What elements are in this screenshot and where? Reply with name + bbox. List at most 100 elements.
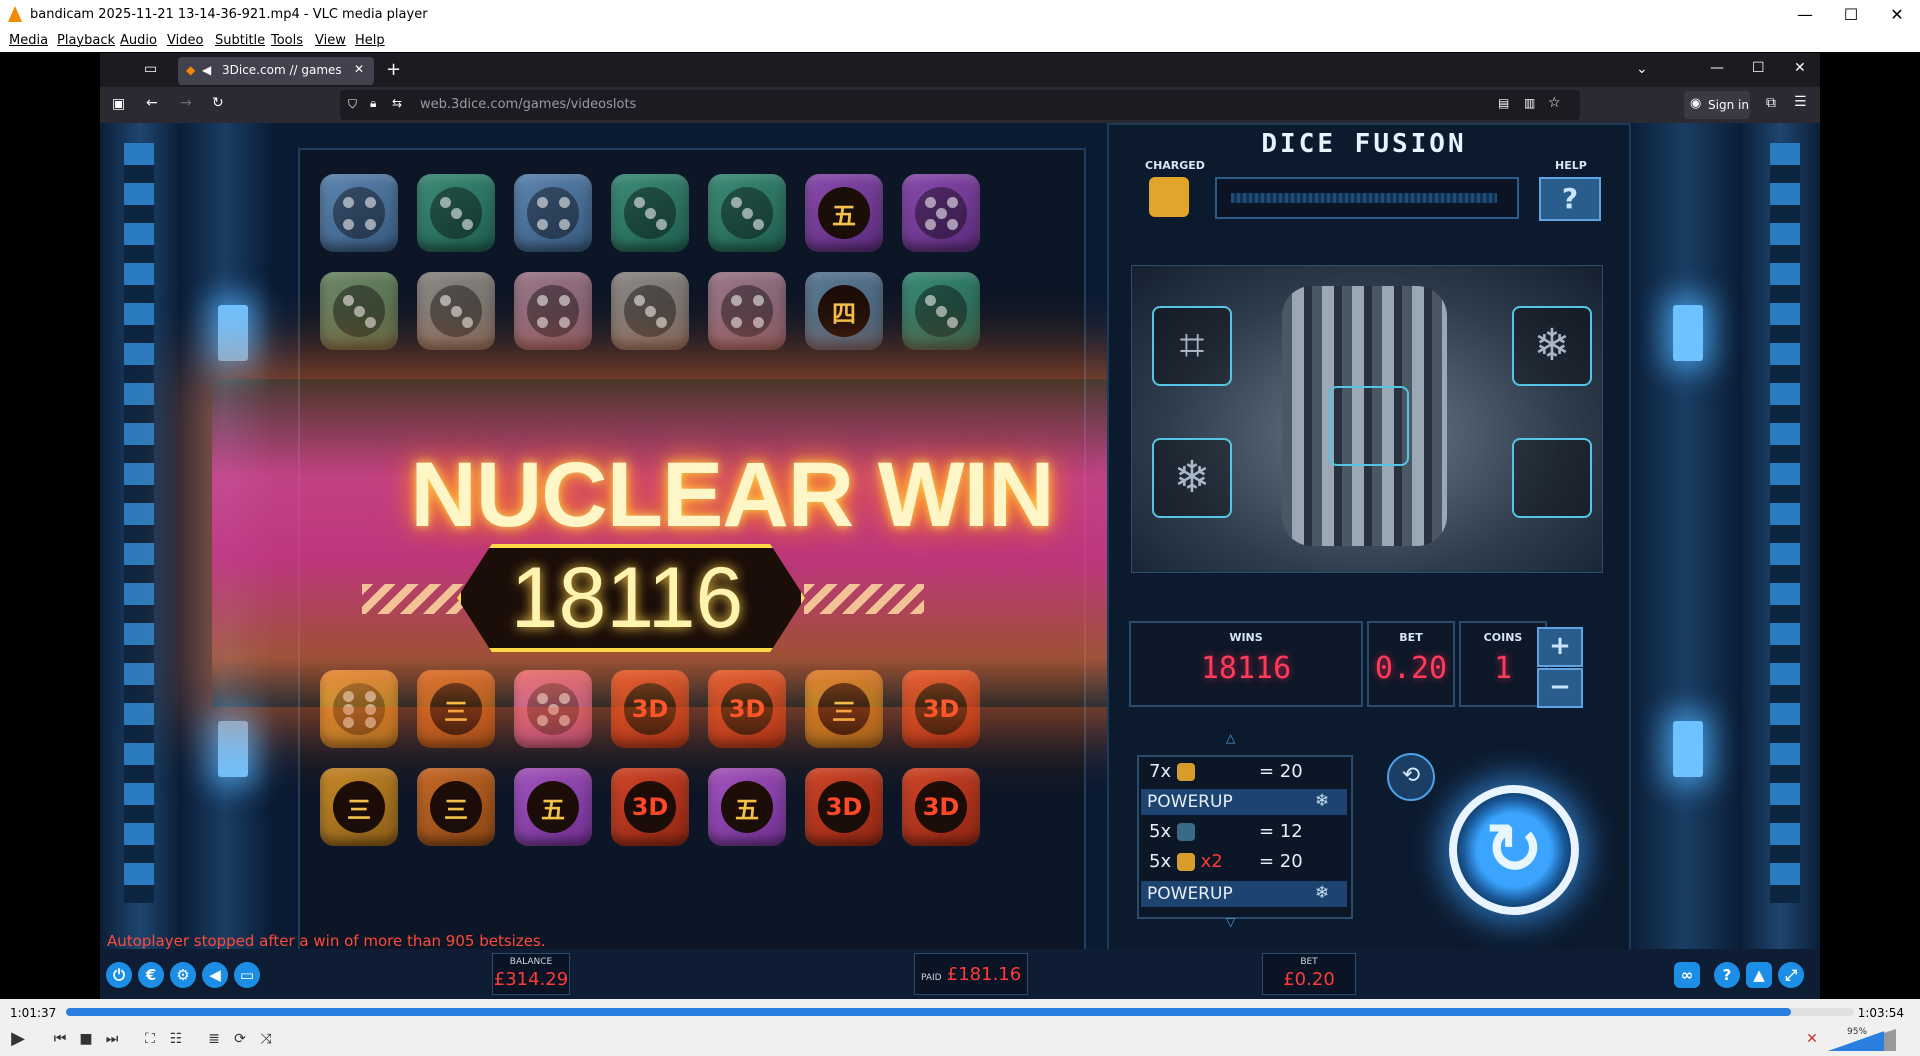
gallery-icon[interactable]: ▲ bbox=[1746, 962, 1772, 988]
tab-groups-icon[interactable]: ▭ bbox=[144, 61, 157, 77]
help-button[interactable]: ? bbox=[1539, 177, 1601, 221]
die bbox=[320, 174, 398, 252]
playlist-button[interactable]: ≣ bbox=[202, 1027, 226, 1051]
menu-tools[interactable]: Tools bbox=[271, 33, 303, 48]
total-time: 1:03:54 bbox=[1857, 1006, 1904, 1020]
fullscreen-button[interactable]: ⛶ bbox=[138, 1027, 162, 1051]
reload-icon[interactable]: ↻ bbox=[212, 95, 224, 111]
cashier-icon[interactable]: ▭ bbox=[234, 962, 260, 988]
url-bar[interactable]: ⛉ 🔒︎ ⇆ web.3dice.com/games/videoslots ▤ … bbox=[340, 90, 1580, 120]
sidebar-icon[interactable]: ▣ bbox=[112, 96, 125, 112]
die bbox=[611, 272, 689, 350]
tab-close-icon[interactable]: ✕ bbox=[354, 62, 364, 76]
bet-total-label: BET bbox=[1300, 957, 1318, 967]
vlc-controls: 1:01:37 1:03:54 ▶ ⏮ ■ ⏭ ⛶ ☷ ≣ ⟳ ⤨ ✕ 95% bbox=[0, 999, 1920, 1056]
lock-icon[interactable]: 🔒︎ bbox=[370, 96, 376, 111]
menu-help[interactable]: Help bbox=[355, 33, 385, 48]
browser-tab[interactable]: ◆ ◀ 3Dice.com // games ✕ bbox=[178, 57, 374, 85]
die-face: 3D bbox=[915, 781, 967, 833]
nuclear-win-banner: NUCLEAR WIN 18116 bbox=[212, 379, 1232, 707]
extensions-icon[interactable]: ⧉ bbox=[1766, 95, 1776, 111]
paytable-row: 5x x2 = 20 bbox=[1149, 851, 1303, 872]
power-icon[interactable]: ⏻ bbox=[106, 962, 132, 988]
loop-button[interactable]: ⟳ bbox=[228, 1027, 252, 1051]
list-tabs-icon[interactable]: ⌄ bbox=[1636, 61, 1648, 77]
die bbox=[708, 272, 786, 350]
coins-plus-button[interactable]: + bbox=[1537, 627, 1583, 667]
previous-button[interactable]: ⏮ bbox=[48, 1027, 72, 1051]
sound-icon[interactable]: ◀ bbox=[202, 962, 228, 988]
powerup-row: POWERUP ❄ bbox=[1141, 881, 1347, 907]
die: 五 bbox=[514, 768, 592, 846]
right-pillar-light-top bbox=[1673, 305, 1703, 361]
banner-stripes-right bbox=[804, 584, 924, 614]
die bbox=[514, 174, 592, 252]
dice-symbol-icon bbox=[1176, 763, 1195, 781]
coins-label: COINS bbox=[1483, 631, 1523, 644]
win-amount: 18116 bbox=[510, 550, 744, 646]
powerup-row: POWERUP ❄ bbox=[1141, 789, 1347, 815]
menu-video[interactable]: Video bbox=[167, 33, 203, 48]
stop-button[interactable]: ■ bbox=[74, 1027, 98, 1051]
seek-bar[interactable] bbox=[66, 1008, 1854, 1016]
die-face: 三 bbox=[333, 781, 385, 833]
autoplay-button[interactable]: ⟲ bbox=[1387, 753, 1435, 801]
app-menu-icon[interactable]: ☰ bbox=[1794, 94, 1807, 110]
dice-symbol-icon bbox=[1176, 823, 1195, 841]
forward-icon[interactable]: → bbox=[180, 95, 192, 111]
permissions-icon[interactable]: ⇆ bbox=[392, 96, 402, 110]
menu-audio[interactable]: Audio bbox=[120, 33, 157, 48]
paytable-row: 5x = 12 bbox=[1149, 821, 1303, 842]
help-icon[interactable]: ? bbox=[1714, 962, 1740, 988]
fullscreen-icon[interactable]: ⤢ bbox=[1778, 962, 1804, 988]
link-icon[interactable]: ∞ bbox=[1674, 962, 1700, 988]
die: 五 bbox=[805, 174, 883, 252]
paytable-down-icon[interactable]: ▽ bbox=[1226, 915, 1235, 929]
reader-view-icon[interactable]: ▤ bbox=[1498, 96, 1509, 110]
menu-view[interactable]: View bbox=[315, 33, 346, 48]
menu-subtitle[interactable]: Subtitle bbox=[215, 33, 265, 48]
tab-strip: ▭ ◆ ◀ 3Dice.com // games ✕ + ⌄ — ☐ ✕ bbox=[100, 53, 1820, 87]
minimize-button[interactable]: — bbox=[1782, 0, 1828, 30]
shuffle-button[interactable]: ⤨ bbox=[254, 1027, 278, 1051]
right-pillar-light-bottom bbox=[1673, 721, 1703, 777]
game-viewport[interactable]: 五四三 3D 3D 三 3D 三三五 3D 五 3D 3D NUCLEAR WIN 18116 D… bbox=[100, 123, 1820, 999]
paytable-up-icon[interactable]: △ bbox=[1226, 731, 1235, 745]
next-button[interactable]: ⏭ bbox=[100, 1027, 124, 1051]
account-icon: ◉ bbox=[1690, 96, 1702, 111]
die-face: 3D bbox=[624, 781, 676, 833]
menu-playback[interactable]: Playback bbox=[57, 33, 115, 48]
wins-box: WINS 18116 bbox=[1129, 621, 1363, 707]
save-to-pocket-icon[interactable]: ▥ bbox=[1524, 96, 1535, 110]
snowflake-icon: ❄ bbox=[1315, 883, 1330, 903]
close-button[interactable]: ✕ bbox=[1874, 0, 1920, 30]
new-tab-button[interactable]: + bbox=[386, 59, 401, 80]
coins-minus-button[interactable]: − bbox=[1537, 668, 1583, 708]
maximize-button[interactable]: ☐ bbox=[1828, 0, 1874, 30]
audio-playing-icon[interactable]: ◀ bbox=[202, 63, 211, 77]
spin-button[interactable]: ↻ bbox=[1449, 785, 1579, 915]
shield-icon[interactable]: ⛉ bbox=[348, 97, 357, 112]
ff-close-button[interactable]: ✕ bbox=[1794, 60, 1806, 76]
play-button[interactable]: ▶ bbox=[6, 1027, 30, 1051]
bookmark-star-icon[interactable]: ☆ bbox=[1548, 95, 1561, 111]
left-pillar-light-top bbox=[218, 305, 248, 361]
die bbox=[902, 272, 980, 350]
die bbox=[514, 272, 592, 350]
ff-minimize-button[interactable]: — bbox=[1710, 60, 1724, 76]
die-face bbox=[624, 187, 676, 239]
settings-gear-icon[interactable]: ⚙ bbox=[170, 962, 196, 988]
panel-title: DICE FUSION bbox=[1261, 129, 1467, 159]
currency-icon[interactable]: € bbox=[138, 962, 164, 988]
dice-fusion-panel: DICE FUSION CHARGED HELP ? ⌗ ❄ ❄ WINS 18… bbox=[1107, 123, 1631, 953]
die-face bbox=[527, 285, 579, 337]
die bbox=[611, 174, 689, 252]
back-icon[interactable]: ← bbox=[146, 95, 158, 111]
menu-media[interactable]: Media bbox=[9, 33, 48, 48]
mute-icon[interactable]: ✕ bbox=[1800, 1027, 1824, 1051]
ff-maximize-button[interactable]: ☐ bbox=[1752, 60, 1765, 76]
sign-in-button[interactable]: ◉ Sign in bbox=[1684, 91, 1750, 119]
die-face bbox=[430, 285, 482, 337]
extended-settings-button[interactable]: ☷ bbox=[164, 1027, 188, 1051]
die bbox=[902, 174, 980, 252]
